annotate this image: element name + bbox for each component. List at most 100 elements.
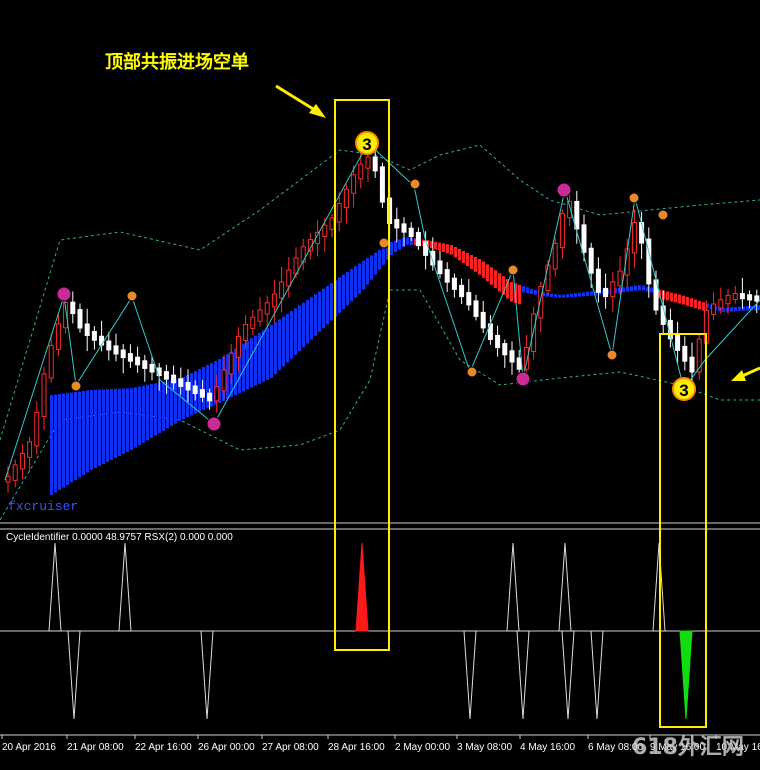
trend-band-bar xyxy=(574,293,577,297)
trend-band-bar xyxy=(294,308,297,355)
indicator-spike xyxy=(67,630,81,720)
pivot-marker-orange xyxy=(409,178,421,190)
svg-text:3: 3 xyxy=(362,135,371,154)
trend-band-bar xyxy=(338,277,341,313)
trend-band-bar xyxy=(434,241,437,250)
trend-band-bar xyxy=(90,390,93,470)
trend-band-bar xyxy=(106,389,109,462)
trend-band-bar xyxy=(74,392,77,480)
trend-band-bar xyxy=(578,292,581,297)
candle-body xyxy=(509,350,515,363)
annotation-arrow-left xyxy=(275,84,326,118)
candle-body xyxy=(70,301,76,315)
trend-band-bar xyxy=(442,243,445,252)
indicator-spike xyxy=(118,542,132,632)
candle-body xyxy=(581,224,587,253)
trend-band-bar xyxy=(570,293,573,298)
trend-band-bar xyxy=(666,291,669,301)
trend-band-bar xyxy=(526,287,529,294)
candle-body xyxy=(444,269,450,283)
trend-band-bar xyxy=(86,390,89,473)
candle-body xyxy=(675,334,681,351)
candle-body xyxy=(34,411,40,447)
trend-band-bar xyxy=(190,373,193,416)
candle-body xyxy=(516,357,522,370)
indicator-spike xyxy=(516,630,530,720)
pivot-marker-magenta xyxy=(56,286,72,302)
candle-body xyxy=(588,247,594,274)
candle-body xyxy=(682,345,688,362)
trend-band-bar xyxy=(270,325,273,378)
candle-body xyxy=(718,299,724,309)
candle-body xyxy=(747,294,753,301)
candle-body xyxy=(473,300,479,317)
indicator-spike xyxy=(558,542,572,632)
trend-band-bar xyxy=(354,266,357,298)
trend-band-bar xyxy=(94,389,97,468)
watermark-fxcruiser: fxcruiser xyxy=(8,499,78,514)
candle-body xyxy=(257,309,263,322)
candle-body xyxy=(480,311,486,329)
trend-band-bar xyxy=(374,252,377,275)
candle-body xyxy=(631,222,637,254)
trend-band-bar xyxy=(686,296,689,306)
candle-body xyxy=(459,284,465,298)
trend-band-bar xyxy=(522,286,525,293)
candle-body xyxy=(379,166,385,203)
trend-band-bar xyxy=(642,285,645,291)
trend-band-bar xyxy=(698,300,701,310)
candle-body xyxy=(351,174,357,194)
pivot-marker-orange xyxy=(628,192,640,204)
x-tick-label: 4 May 16:00 xyxy=(520,742,575,753)
trend-band-bar xyxy=(298,305,301,352)
trend-band-bar xyxy=(458,249,461,261)
trend-band-bar xyxy=(554,294,557,298)
candle-body xyxy=(12,464,18,481)
trend-band-bar xyxy=(326,285,329,325)
trend-band-bar xyxy=(702,302,705,311)
x-tick-label: 20 Apr 2016 xyxy=(2,742,56,753)
candle-body xyxy=(120,349,126,359)
trend-band-bar xyxy=(674,293,677,303)
trend-band-bar xyxy=(630,286,633,292)
trend-band-bar xyxy=(626,286,629,292)
candle-body xyxy=(401,223,407,233)
candle-body xyxy=(732,293,738,300)
indicator-spike xyxy=(506,542,520,632)
candle-body xyxy=(99,335,105,346)
candle-body xyxy=(711,303,717,315)
x-tick-label: 2 May 00:00 xyxy=(395,742,450,753)
trend-band-bar xyxy=(494,270,497,289)
trend-band-bar xyxy=(130,388,133,450)
trend-band-bar xyxy=(450,245,453,255)
pivot-marker-orange xyxy=(657,209,669,221)
candle-body xyxy=(163,371,169,380)
candle-body xyxy=(696,338,702,373)
trend-band-bar xyxy=(394,240,397,253)
trend-band-bar xyxy=(310,297,313,340)
candle-body xyxy=(235,335,241,358)
candle-body xyxy=(595,268,601,293)
trend-band-bar xyxy=(474,257,477,272)
trend-band-bar xyxy=(314,294,317,336)
trend-band-bar xyxy=(390,242,393,255)
x-tick-label: 27 Apr 08:00 xyxy=(262,742,319,753)
candle-body xyxy=(142,360,148,369)
candle-body xyxy=(466,292,472,306)
pivot-marker-orange xyxy=(606,349,618,361)
trend-band-bar xyxy=(730,307,733,312)
candle-body xyxy=(754,295,760,302)
trend-band-bar xyxy=(358,263,361,294)
candle-body xyxy=(329,217,335,230)
trend-band-bar xyxy=(342,274,345,310)
trend-band-bar xyxy=(70,392,73,483)
pivot-marker-magenta xyxy=(515,371,531,387)
trend-band-bar xyxy=(146,384,149,441)
trend-band-bar xyxy=(590,291,593,296)
candle-body xyxy=(739,293,745,300)
candle-body xyxy=(192,385,198,395)
pivot-marker-orange xyxy=(507,264,519,276)
indicator-spike xyxy=(48,542,62,632)
trend-band-bar xyxy=(518,284,521,305)
candle-body xyxy=(408,227,414,238)
